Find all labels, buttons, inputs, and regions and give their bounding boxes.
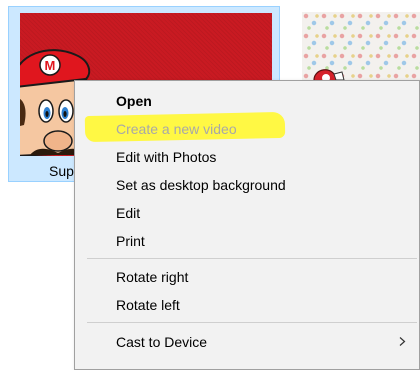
menu-item-label: Rotate left <box>116 297 180 313</box>
menu-item-print[interactable]: Print <box>75 228 419 254</box>
chevron-right-icon <box>399 337 406 346</box>
svg-text:M: M <box>45 58 56 73</box>
menu-item-set-desktop-background[interactable]: Set as desktop background <box>75 172 419 198</box>
menu-item-label: Open <box>116 93 152 109</box>
menu-item-label: Edit with Photos <box>116 149 217 165</box>
menu-item-label: Create a new video <box>116 121 237 137</box>
menu-item-edit-with-photos[interactable]: Edit with Photos <box>75 144 419 170</box>
file-name-label: Sup <box>49 163 74 179</box>
menu-item-label: Print <box>116 233 145 249</box>
menu-item-label: Set as desktop background <box>116 177 286 193</box>
menu-item-label: Rotate right <box>116 269 189 285</box>
menu-item-label: Edit <box>116 205 141 221</box>
menu-item-open[interactable]: Open <box>75 88 419 114</box>
context-menu: Open Create a new video Edit with Photos… <box>74 80 420 370</box>
menu-item-edit[interactable]: Edit <box>75 200 419 226</box>
menu-item-rotate-right[interactable]: Rotate right <box>75 264 419 290</box>
menu-separator <box>87 322 417 323</box>
menu-item-cast-to-device[interactable]: Cast to Device <box>75 329 419 355</box>
menu-item-rotate-left[interactable]: Rotate left <box>75 292 419 318</box>
menu-item-create-new-video: Create a new video <box>75 116 419 142</box>
menu-item-label: Cast to Device <box>116 334 208 350</box>
menu-separator <box>87 258 417 259</box>
